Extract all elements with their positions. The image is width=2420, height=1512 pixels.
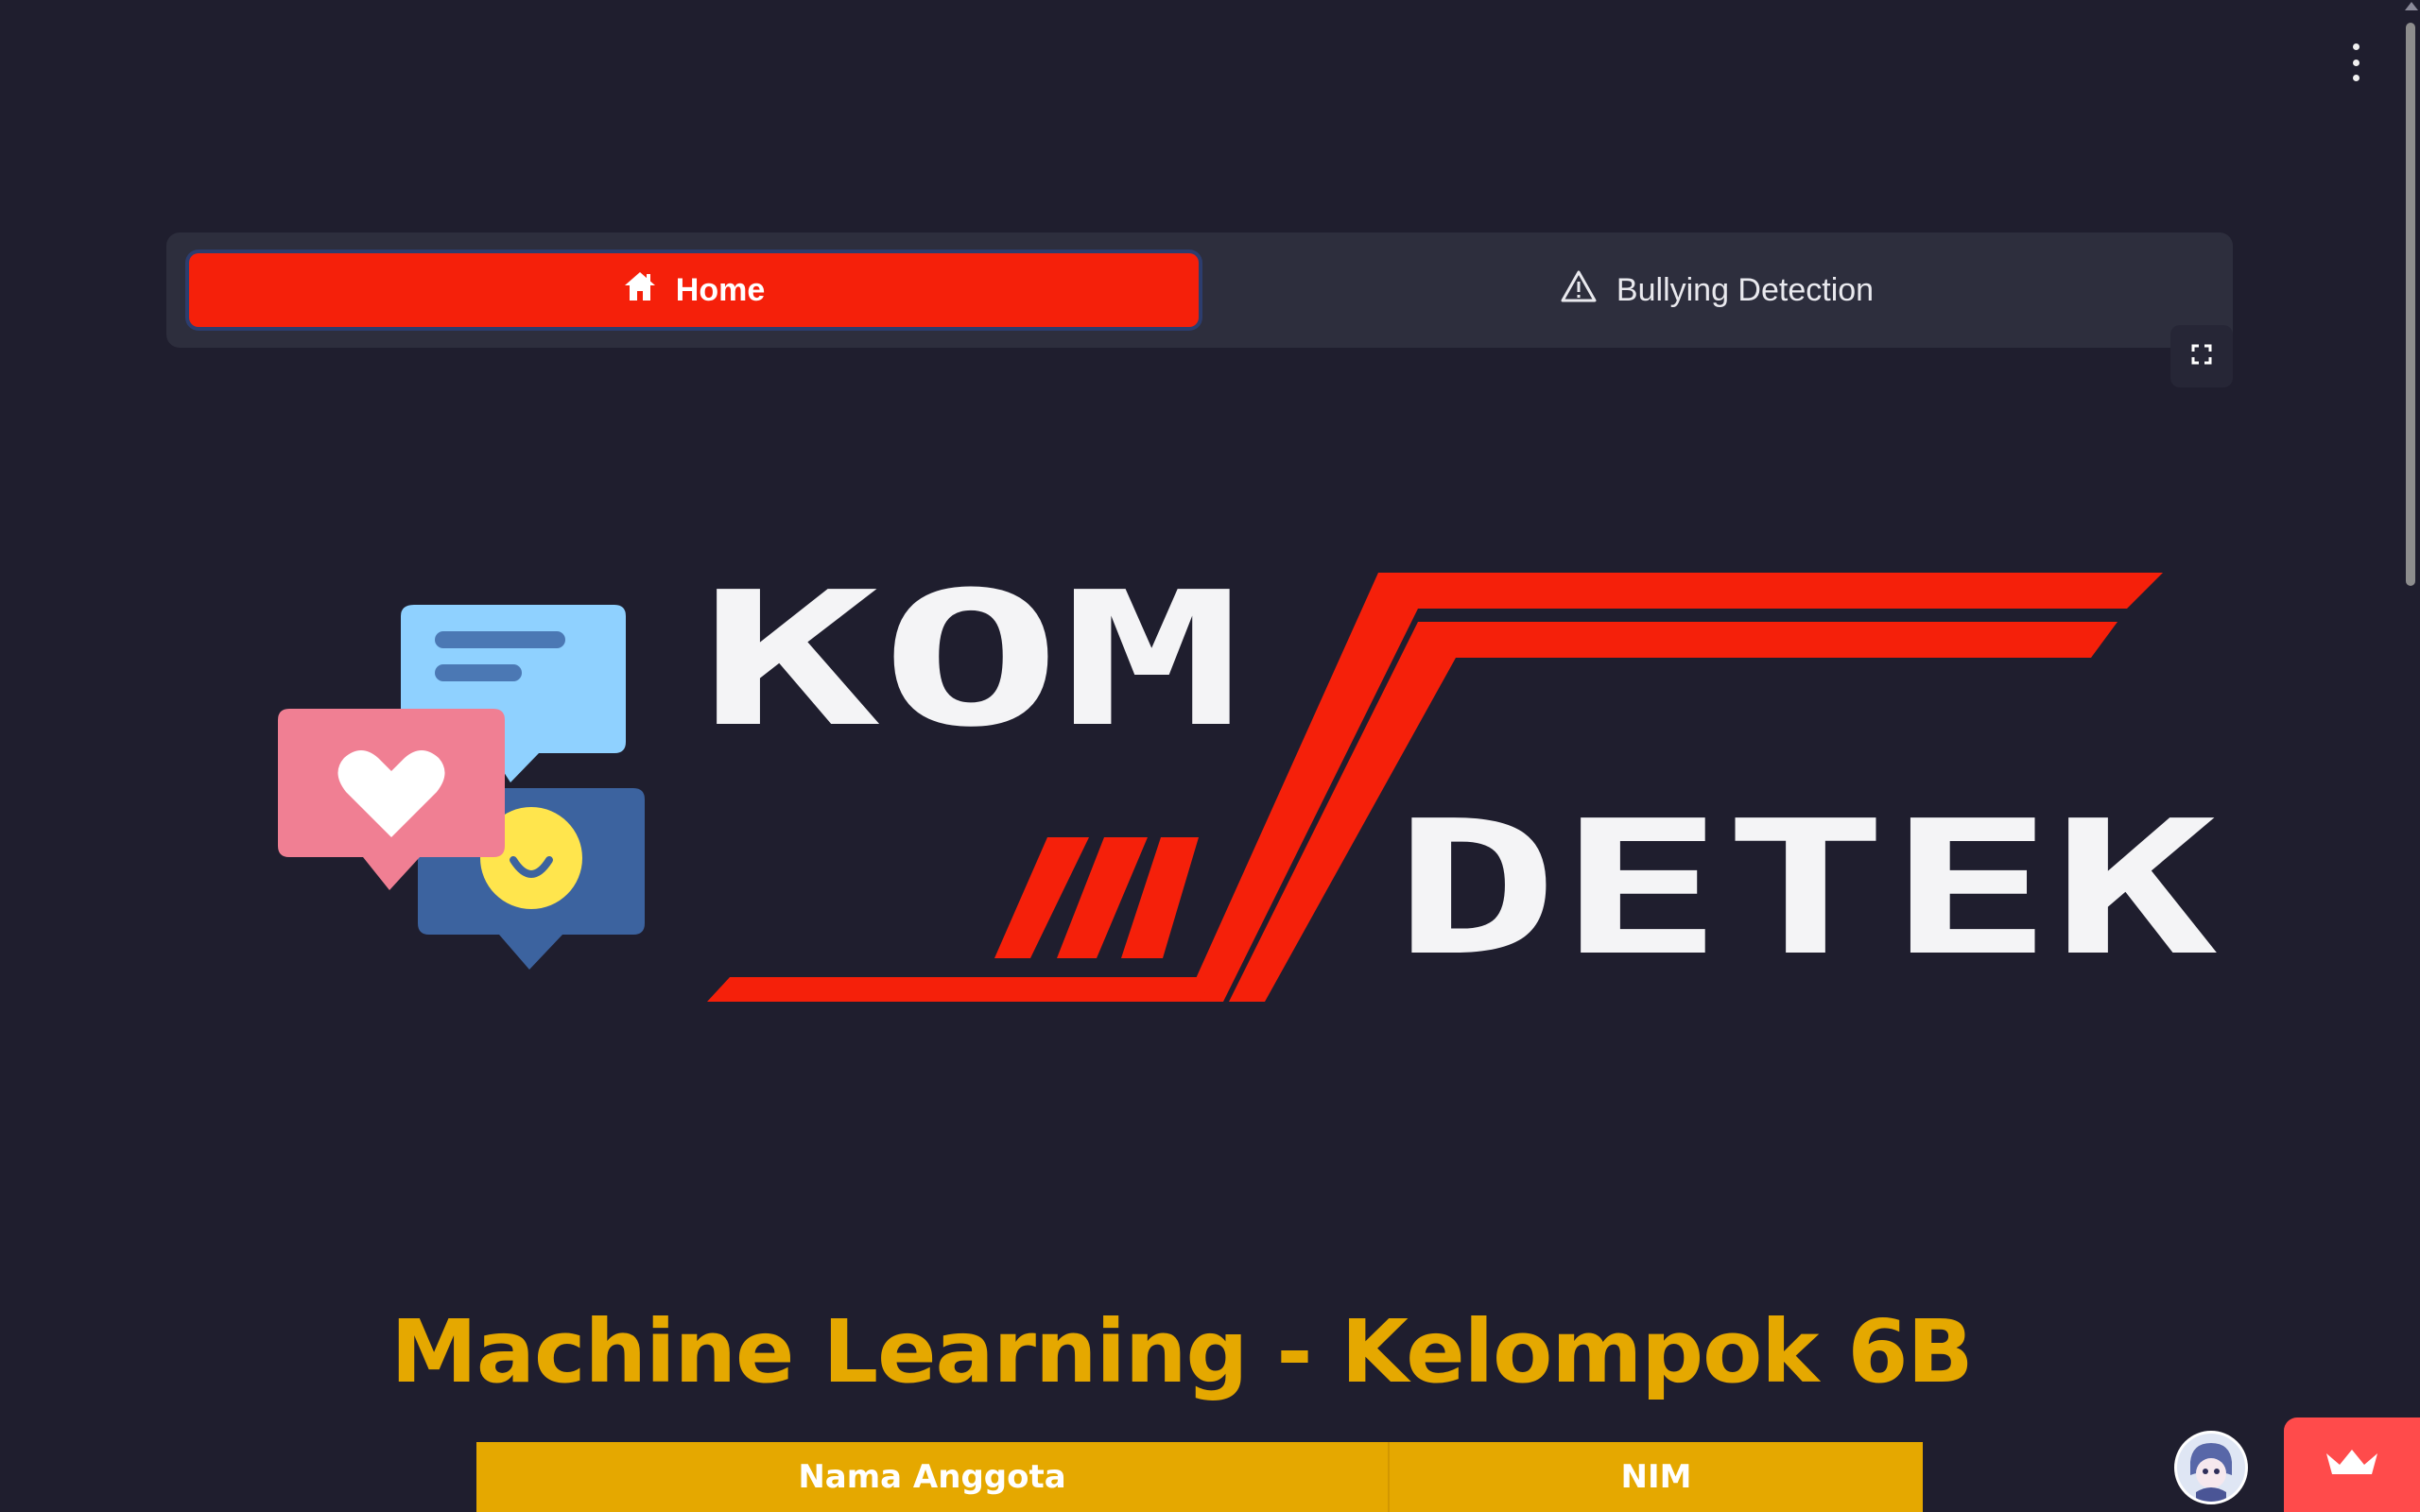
avatar[interactable] (2174, 1431, 2248, 1504)
warning-icon (1560, 269, 1598, 312)
crown-icon (2325, 1448, 2379, 1483)
dot-icon (2352, 43, 2360, 50)
members-table: Nama Anggota NIM (476, 1442, 1923, 1512)
page-title: Machine Learning - Kelompok 6B (390, 1301, 1973, 1402)
scroll-up-arrow-icon[interactable] (2405, 2, 2418, 10)
streamlit-badge[interactable] (2284, 1418, 2420, 1512)
fullscreen-icon (2191, 344, 2212, 369)
tab-bullying-detection[interactable]: Bullying Detection (1216, 253, 2218, 327)
tab-bullying-detection-label: Bullying Detection (1616, 271, 1875, 308)
home-icon (623, 270, 657, 311)
tab-home[interactable]: Home (189, 253, 1199, 327)
logo-text-kom: KOM (700, 553, 1242, 768)
komdetek-logo: KOM DETEK (0, 529, 2420, 1021)
chat-bubbles-icon (278, 605, 645, 970)
logo-text-detek: DETEK (1393, 782, 2218, 997)
dot-icon (2352, 59, 2360, 66)
scrollbar-thumb[interactable] (2406, 23, 2415, 586)
tab-home-label: Home (675, 271, 766, 308)
fullscreen-button[interactable] (2170, 325, 2233, 387)
option-menu-nav: Home Bullying Detection (166, 232, 2233, 348)
table-header-nim: NIM (1620, 1458, 1692, 1496)
dot-icon (2352, 75, 2360, 81)
main-menu-button[interactable] (2342, 43, 2369, 81)
table-header-name: Nama Anggota (476, 1442, 1390, 1512)
